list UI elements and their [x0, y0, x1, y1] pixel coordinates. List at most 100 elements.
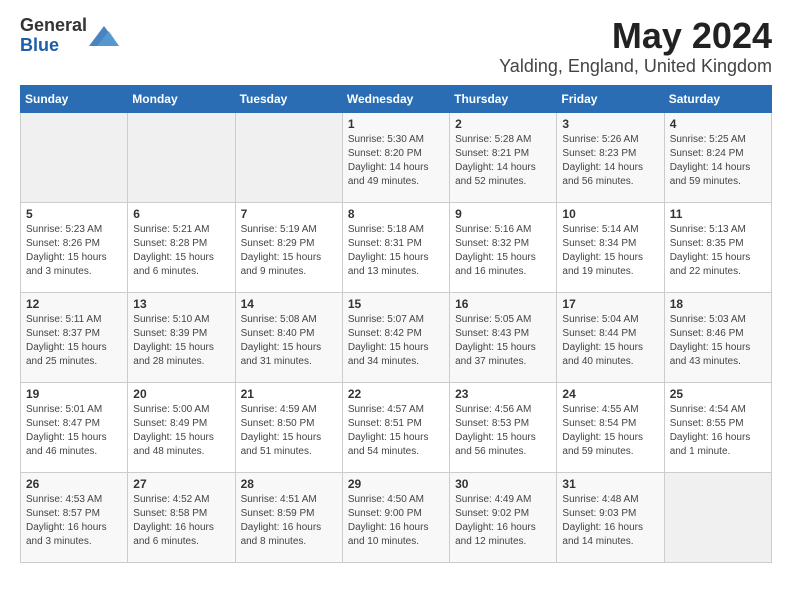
cell-info: Sunrise: 4:51 AMSunset: 8:59 PMDaylight:… [241, 493, 337, 549]
header-cell-tuesday: Tuesday [235, 85, 342, 112]
daylight-text: Daylight: 16 hours and 1 minute. [670, 431, 766, 459]
calendar-cell: 15 Sunrise: 5:07 AMSunset: 8:42 PMDayligh… [342, 292, 449, 382]
sunset-text: Sunset: 8:26 PM [26, 237, 122, 251]
calendar-table: SundayMondayTuesdayWednesdayThursdayFrid… [20, 85, 772, 563]
cell-info: Sunrise: 4:50 AMSunset: 9:00 PMDaylight:… [348, 493, 444, 549]
sunset-text: Sunset: 8:43 PM [455, 327, 551, 341]
sunrise-text: Sunrise: 5:10 AM [133, 313, 229, 327]
cell-info: Sunrise: 4:56 AMSunset: 8:53 PMDaylight:… [455, 403, 551, 459]
sunset-text: Sunset: 8:29 PM [241, 237, 337, 251]
sunrise-text: Sunrise: 5:08 AM [241, 313, 337, 327]
calendar-cell: 2Sunrise: 5:28 AMSunset: 8:21 PMDaylight… [450, 112, 557, 202]
daylight-text: Daylight: 15 hours and 54 minutes. [348, 431, 444, 459]
daylight-text: Daylight: 15 hours and 22 minutes. [670, 251, 766, 279]
daylight-text: Daylight: 14 hours and 52 minutes. [455, 161, 551, 189]
daylight-text: Daylight: 15 hours and 13 minutes. [348, 251, 444, 279]
sunset-text: Sunset: 8:40 PM [241, 327, 337, 341]
sunrise-text: Sunrise: 5:23 AM [26, 223, 122, 237]
sunrise-text: Sunrise: 5:04 AM [562, 313, 658, 327]
title-area: May 2024 Yalding, England, United Kingdo… [499, 16, 772, 77]
calendar-cell: 9Sunrise: 5:16 AMSunset: 8:32 PMDaylight… [450, 202, 557, 292]
day-number: 23 [455, 387, 551, 401]
sunset-text: Sunset: 8:57 PM [26, 507, 122, 521]
calendar-cell: 8Sunrise: 5:18 AMSunset: 8:31 PMDaylight… [342, 202, 449, 292]
sunrise-text: Sunrise: 5:26 AM [562, 133, 658, 147]
logo-blue-text: Blue [20, 35, 59, 55]
cell-info: Sunrise: 4:49 AMSunset: 9:02 PMDaylight:… [455, 493, 551, 549]
day-number: 22 [348, 387, 444, 401]
header-cell-monday: Monday [128, 85, 235, 112]
day-number: 10 [562, 207, 658, 221]
sunrise-text: Sunrise: 4:56 AM [455, 403, 551, 417]
daylight-text: Daylight: 15 hours and 34 minutes. [348, 341, 444, 369]
cell-info: Sunrise: 5:14 AMSunset: 8:34 PMDaylight:… [562, 223, 658, 279]
cell-info: Sunrise: 4:52 AMSunset: 8:58 PMDaylight:… [133, 493, 229, 549]
sunset-text: Sunset: 9:02 PM [455, 507, 551, 521]
day-number: 29 [348, 477, 444, 491]
calendar-cell [21, 112, 128, 202]
sunset-text: Sunset: 8:37 PM [26, 327, 122, 341]
calendar-cell [128, 112, 235, 202]
sunset-text: Sunset: 8:49 PM [133, 417, 229, 431]
calendar-cell: 25Sunrise: 4:54 AMSunset: 8:55 PMDayligh… [664, 382, 771, 472]
day-number: 30 [455, 477, 551, 491]
day-number: 28 [241, 477, 337, 491]
sunset-text: Sunset: 8:35 PM [670, 237, 766, 251]
calendar-cell: 1Sunrise: 5:30 AMSunset: 8:20 PMDaylight… [342, 112, 449, 202]
sunrise-text: Sunrise: 4:54 AM [670, 403, 766, 417]
cell-info: Sunrise: 5:01 AMSunset: 8:47 PMDaylight:… [26, 403, 122, 459]
sunset-text: Sunset: 8:58 PM [133, 507, 229, 521]
sunrise-text: Sunrise: 4:50 AM [348, 493, 444, 507]
day-number: 12 [26, 297, 122, 311]
sunset-text: Sunset: 8:24 PM [670, 147, 766, 161]
daylight-text: Daylight: 15 hours and 43 minutes. [670, 341, 766, 369]
day-number: 13 [133, 297, 229, 311]
header-cell-thursday: Thursday [450, 85, 557, 112]
cell-info: Sunrise: 5:18 AMSunset: 8:31 PMDaylight:… [348, 223, 444, 279]
day-number: 15 [348, 297, 444, 311]
daylight-text: Daylight: 15 hours and 46 minutes. [26, 431, 122, 459]
day-number: 21 [241, 387, 337, 401]
cell-info: Sunrise: 4:57 AMSunset: 8:51 PMDaylight:… [348, 403, 444, 459]
logo-icon [89, 26, 119, 46]
header-cell-sunday: Sunday [21, 85, 128, 112]
sunset-text: Sunset: 8:47 PM [26, 417, 122, 431]
header-cell-friday: Friday [557, 85, 664, 112]
day-number: 20 [133, 387, 229, 401]
calendar-week-1: 1Sunrise: 5:30 AMSunset: 8:20 PMDaylight… [21, 112, 772, 202]
sunset-text: Sunset: 8:42 PM [348, 327, 444, 341]
header-cell-wednesday: Wednesday [342, 85, 449, 112]
cell-info: Sunrise: 5:13 AMSunset: 8:35 PMDaylight:… [670, 223, 766, 279]
sunset-text: Sunset: 8:23 PM [562, 147, 658, 161]
header-row: SundayMondayTuesdayWednesdayThursdayFrid… [21, 85, 772, 112]
sunset-text: Sunset: 8:51 PM [348, 417, 444, 431]
daylight-text: Daylight: 14 hours and 59 minutes. [670, 161, 766, 189]
daylight-text: Daylight: 15 hours and 40 minutes. [562, 341, 658, 369]
calendar-cell: 29 Sunrise: 4:50 AMSunset: 9:00 PMDayligh… [342, 472, 449, 562]
calendar-cell: 27Sunrise: 4:52 AMSunset: 8:58 PMDayligh… [128, 472, 235, 562]
daylight-text: Daylight: 15 hours and 56 minutes. [455, 431, 551, 459]
cell-info: Sunrise: 5:21 AMSunset: 8:28 PMDaylight:… [133, 223, 229, 279]
cell-info: Sunrise: 5:11 AMSunset: 8:37 PMDaylight:… [26, 313, 122, 369]
calendar-cell: 14Sunrise: 5:08 AMSunset: 8:40 PMDayligh… [235, 292, 342, 382]
calendar-cell: 24Sunrise: 4:55 AMSunset: 8:54 PMDayligh… [557, 382, 664, 472]
calendar-cell: 7Sunrise: 5:19 AMSunset: 8:29 PMDaylight… [235, 202, 342, 292]
daylight-text: Daylight: 15 hours and 9 minutes. [241, 251, 337, 279]
calendar-week-2: 5Sunrise: 5:23 AMSunset: 8:26 PMDaylight… [21, 202, 772, 292]
location-title: Yalding, England, United Kingdom [499, 56, 772, 77]
sunrise-text: Sunrise: 5:05 AM [455, 313, 551, 327]
sunrise-text: Sunrise: 4:49 AM [455, 493, 551, 507]
cell-info: Sunrise: 4:55 AMSunset: 8:54 PMDaylight:… [562, 403, 658, 459]
cell-info: Sunrise: 5:07 AMSunset: 8:42 PMDaylight:… [348, 313, 444, 369]
daylight-text: Daylight: 15 hours and 16 minutes. [455, 251, 551, 279]
daylight-text: Daylight: 15 hours and 59 minutes. [562, 431, 658, 459]
calendar-cell: 17Sunrise: 5:04 AMSunset: 8:44 PMDayligh… [557, 292, 664, 382]
sunset-text: Sunset: 8:50 PM [241, 417, 337, 431]
day-number: 31 [562, 477, 658, 491]
calendar-cell: 6Sunrise: 5:21 AMSunset: 8:28 PMDaylight… [128, 202, 235, 292]
daylight-text: Daylight: 16 hours and 10 minutes. [348, 521, 444, 549]
daylight-text: Daylight: 15 hours and 31 minutes. [241, 341, 337, 369]
calendar-cell: 19Sunrise: 5:01 AMSunset: 8:47 PMDayligh… [21, 382, 128, 472]
daylight-text: Daylight: 15 hours and 6 minutes. [133, 251, 229, 279]
daylight-text: Daylight: 16 hours and 12 minutes. [455, 521, 551, 549]
